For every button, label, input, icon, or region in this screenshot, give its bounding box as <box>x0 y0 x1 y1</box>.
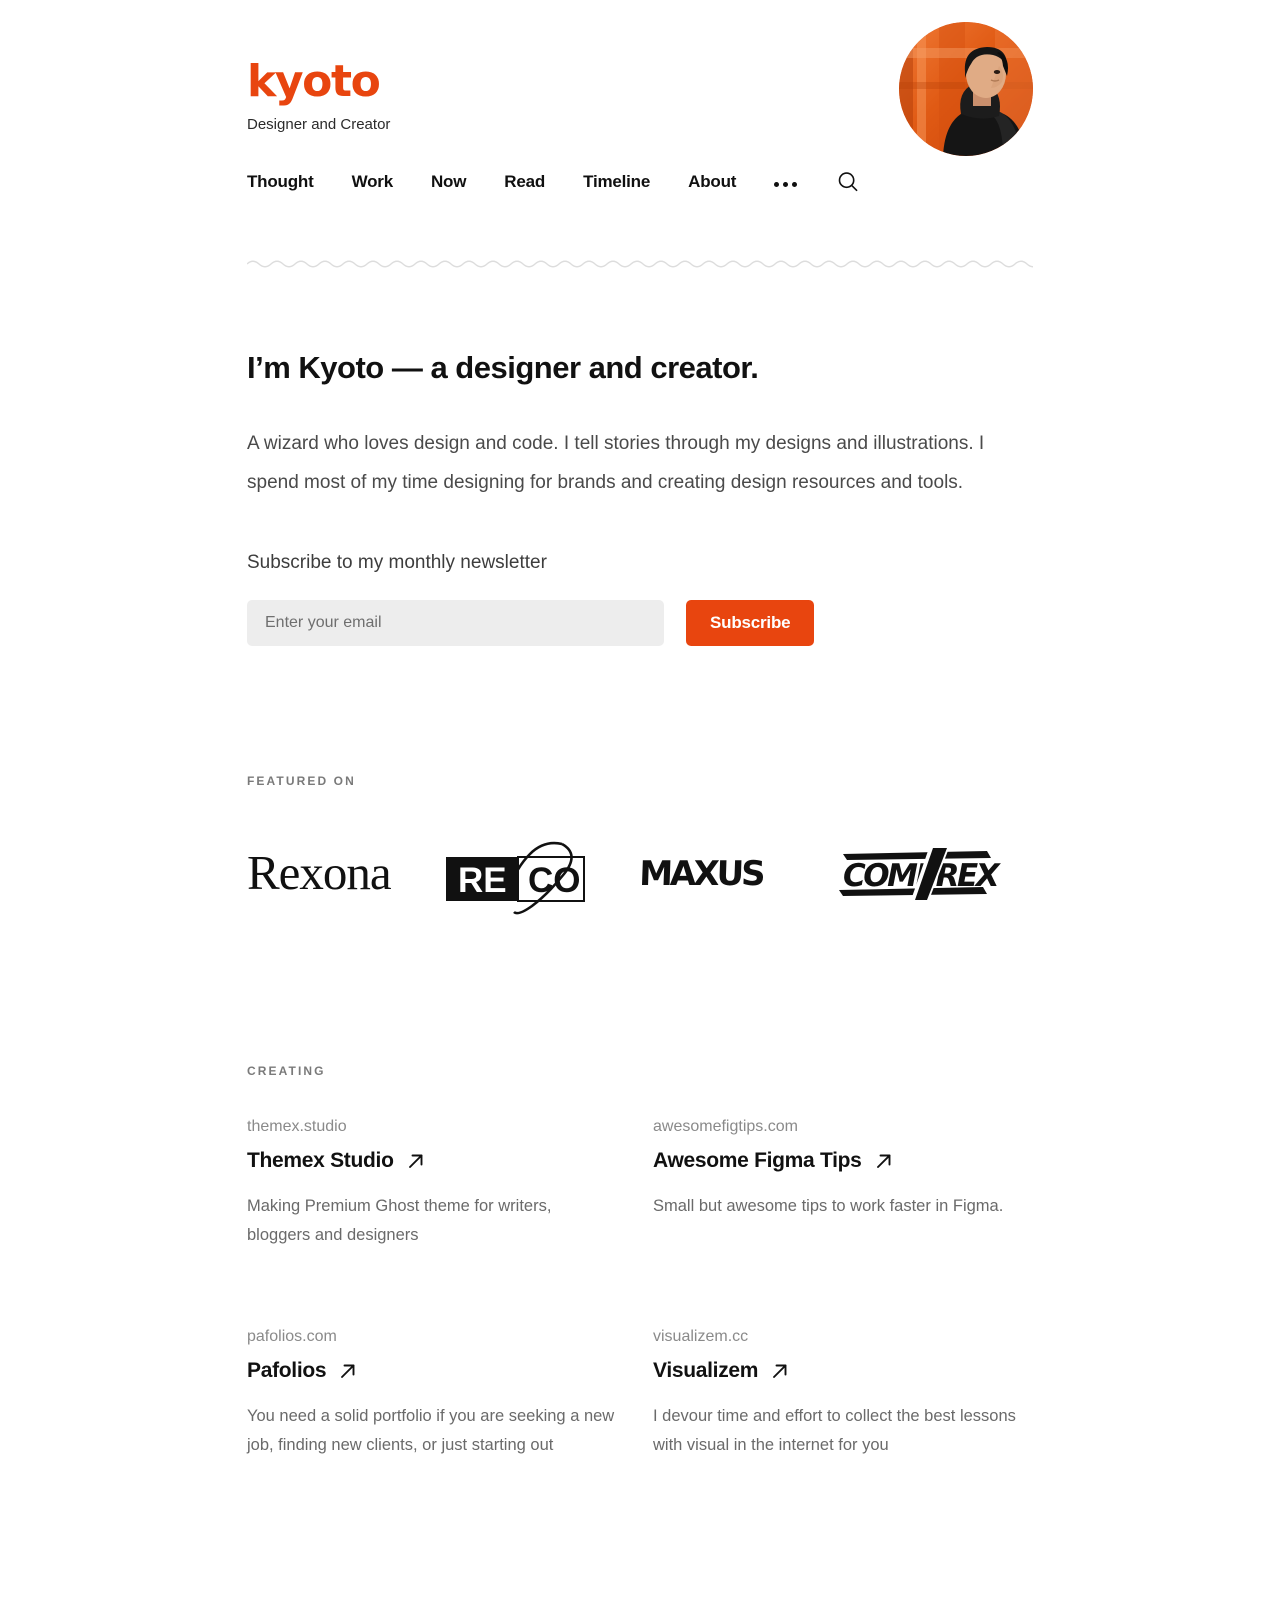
rexona-logo: Rexona <box>247 846 393 900</box>
svg-text:Rexona: Rexona <box>247 846 392 900</box>
svg-text:RE: RE <box>458 861 507 900</box>
maxus-logo: MAXUS <box>640 854 764 894</box>
ellipsis-dot <box>792 181 798 187</box>
card-awesome-figma-tips: awesomefigtips.com Awesome Figma Tips Sm… <box>653 1118 1033 1250</box>
card-domain: awesomefigtips.com <box>653 1118 798 1136</box>
card-link[interactable]: Visualizem <box>653 1359 1033 1383</box>
card-title: Themex Studio <box>247 1149 394 1173</box>
arrow-up-right-icon <box>341 1364 355 1379</box>
card-themex-studio: themex.studio Themex Studio Making Premi… <box>247 1118 653 1250</box>
arrow-up-right-icon <box>876 1154 891 1169</box>
arrow-up-right-icon <box>408 1154 423 1169</box>
creating-cards: themex.studio Themex Studio Making Premi… <box>247 1118 1033 1460</box>
logo-maxus[interactable]: MAXUS <box>640 832 837 916</box>
avatar[interactable] <box>899 22 1033 156</box>
newsletter-label: Subscribe to my monthly newsletter <box>247 552 547 574</box>
intro-paragraph: A wizard who loves design and code. I te… <box>247 433 985 494</box>
nav-item-read[interactable]: Read <box>504 172 545 192</box>
card-pafolios: pafolios.com Pafolios You need a solid p… <box>247 1328 653 1460</box>
nav-item-thought[interactable]: Thought <box>247 172 314 192</box>
card-title: Awesome Figma Tips <box>653 1149 862 1173</box>
featured-section: FEATURED ON Rexona RE CO MAXUS <box>247 774 1033 916</box>
creating-section: CREATING themex.studio Themex Studio Mak… <box>247 1064 1033 1460</box>
nav-item-work[interactable]: Work <box>352 172 394 192</box>
card-domain: visualizem.cc <box>653 1328 749 1346</box>
card-link[interactable]: Pafolios <box>247 1359 653 1383</box>
card-title: Pafolios <box>247 1359 327 1383</box>
logo-rexona[interactable]: Rexona <box>247 832 444 916</box>
card-link[interactable]: Themex Studio <box>247 1149 653 1173</box>
site-header: kyoto Designer and Creator Thought Work … <box>247 0 1033 197</box>
ellipsis-icon[interactable] <box>774 178 798 187</box>
card-description: Making Premium Ghost theme for writers, … <box>247 1197 552 1245</box>
featured-label: FEATURED ON <box>247 774 356 789</box>
card-domain: pafolios.com <box>247 1328 337 1346</box>
reco-logo: RE CO <box>445 842 585 915</box>
search-button[interactable] <box>837 171 859 193</box>
intro-section: I’m Kyoto — a designer and creator. A wi… <box>247 349 1033 502</box>
page-root: kyoto Designer and Creator Thought Work … <box>0 0 1280 1600</box>
logo-reco[interactable]: RE CO <box>444 832 641 916</box>
nav-item-timeline[interactable]: Timeline <box>583 172 650 192</box>
arrow-up-right-icon <box>773 1364 787 1379</box>
wavy-divider <box>247 257 1033 271</box>
svg-text:MAXUS: MAXUS <box>640 854 764 894</box>
card-link[interactable]: Awesome Figma Tips <box>653 1149 1033 1173</box>
ellipsis-dot <box>774 181 780 187</box>
card-title: Visualizem <box>653 1359 759 1383</box>
logo-comprex[interactable]: COMPREX <box>837 832 1034 916</box>
subscribe-button[interactable]: Subscribe <box>686 600 815 647</box>
email-field[interactable] <box>247 600 664 647</box>
card-description: I devour time and effort to collect the … <box>653 1407 1016 1455</box>
card-visualizem: visualizem.cc Visualizem I devour time a… <box>653 1328 1033 1460</box>
search-icon <box>838 172 858 192</box>
creating-label: CREATING <box>247 1064 326 1079</box>
nav-item-about[interactable]: About <box>688 172 736 192</box>
card-domain: themex.studio <box>247 1118 347 1136</box>
card-description: Small but awesome tips to work faster in… <box>653 1197 1004 1216</box>
card-description: You need a solid portfolio if you are se… <box>247 1407 615 1455</box>
avatar-photo <box>899 22 1033 156</box>
newsletter-section: Subscribe to my monthly newsletter Subsc… <box>247 552 1033 647</box>
content-container: kyoto Designer and Creator Thought Work … <box>247 0 1033 1460</box>
newsletter-form: Subscribe <box>247 600 1033 647</box>
featured-logos: Rexona RE CO MAXUS <box>247 832 1033 916</box>
svg-text:CO: CO <box>528 861 581 900</box>
main-nav: Thought Work Now Read Timeline About <box>247 167 1033 197</box>
nav-item-now[interactable]: Now <box>431 172 466 192</box>
wavy-divider-line <box>247 260 1033 268</box>
ellipsis-dot <box>783 181 789 187</box>
page-title: I’m Kyoto — a designer and creator. <box>247 350 759 385</box>
comprex-logo: COMPREX <box>838 848 1004 901</box>
